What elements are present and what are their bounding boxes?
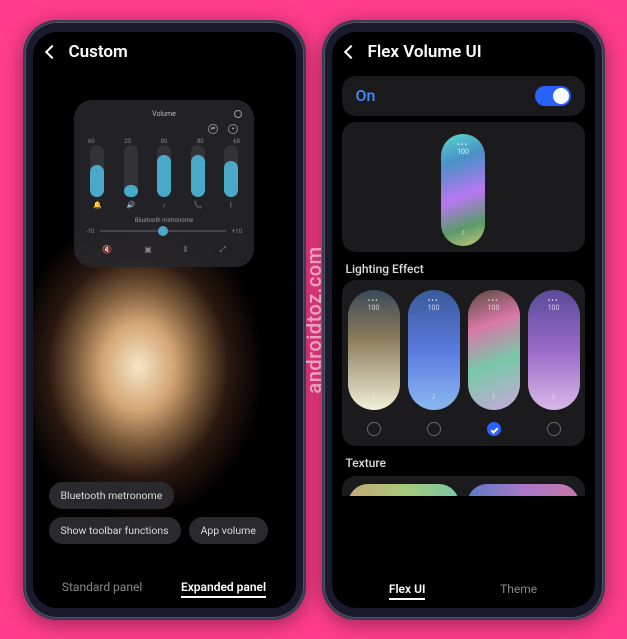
texture-option[interactable] (348, 484, 460, 496)
note-icon: ♪ (491, 391, 496, 402)
texture-row (342, 476, 585, 496)
lighting-effect-label: Lighting Effect (346, 262, 581, 276)
slider-max: +10 (232, 228, 242, 235)
effect-radio[interactable] (427, 422, 441, 436)
volume-slider[interactable] (157, 145, 171, 197)
volume-slider[interactable] (191, 145, 205, 197)
effect-option[interactable]: •••100♪ (348, 290, 400, 410)
tab-flex-ui[interactable]: Flex UI (389, 582, 426, 600)
effect-option[interactable]: •••100♪ (468, 290, 520, 410)
pill-value: 100 (457, 148, 469, 156)
expand-icon[interactable]: ⤢ (220, 245, 226, 255)
bar-value: 60 (88, 138, 95, 145)
effect-option[interactable]: •••100♪ (408, 290, 460, 410)
screen-left: Custom Volume ⇄ + 60 23 80 80 6 (33, 32, 296, 608)
speaker-icon: 🔊 (127, 201, 135, 209)
bar-value: 80 (161, 138, 168, 145)
note-icon: ♪ (461, 227, 466, 238)
volume-slider[interactable] (90, 145, 104, 197)
page-title: Custom (69, 42, 128, 62)
note-icon: ♪ (431, 391, 436, 402)
effect-radio-selected[interactable] (487, 422, 501, 436)
note-icon: ♪ (160, 201, 168, 209)
effect-radio[interactable] (547, 422, 561, 436)
drag-handle-icon: ••• (457, 142, 469, 148)
volume-pill-preview[interactable]: ••• 100 ♪ (441, 134, 485, 246)
bt-icon: ᛒ (227, 201, 235, 209)
add-icon[interactable]: + (228, 124, 238, 134)
master-toggle[interactable] (535, 86, 571, 106)
volume-panel-title: Volume (94, 110, 234, 118)
note-icon: ♪ (371, 391, 376, 402)
gear-icon[interactable] (234, 110, 242, 118)
effects-row: •••100♪ •••100♪ •••100♪ •••100♪ (342, 280, 585, 416)
chip-toolbar-functions[interactable]: Show toolbar functions (49, 517, 181, 544)
effect-radio-row (342, 416, 585, 446)
eq-icon[interactable]: ⫴ (184, 245, 187, 255)
texture-label: Texture (346, 456, 581, 470)
texture-option[interactable] (467, 484, 579, 496)
phone-icon: 📞 (194, 201, 202, 209)
preview-area: ••• 100 ♪ (342, 122, 585, 252)
on-label: On (356, 86, 376, 105)
bar-value: 23 (124, 138, 131, 145)
effect-option[interactable]: •••100♪ (528, 290, 580, 410)
phone-right: Flex Volume UI On ••• 100 ♪ Lighting Eff… (322, 20, 605, 620)
picture-icon[interactable]: ▣ (144, 245, 152, 255)
bottom-tabs: Flex UI Theme (332, 578, 595, 600)
bar-value: 68 (233, 138, 240, 145)
phone-left: Custom Volume ⇄ + 60 23 80 80 6 (23, 20, 306, 620)
screen-right: Flex Volume UI On ••• 100 ♪ Lighting Eff… (332, 32, 595, 608)
bottom-tabs: Standard panel Expanded panel (33, 576, 296, 598)
effect-radio[interactable] (367, 422, 381, 436)
back-icon[interactable] (343, 44, 357, 58)
tab-standard-panel[interactable]: Standard panel (62, 580, 142, 598)
back-icon[interactable] (44, 44, 58, 58)
volume-slider[interactable] (224, 145, 238, 197)
slider-min: -10 (86, 228, 94, 235)
tab-theme[interactable]: Theme (500, 582, 537, 600)
page-title: Flex Volume UI (368, 42, 482, 62)
bell-icon: 🔔 (93, 201, 101, 209)
volume-slider[interactable] (124, 145, 138, 197)
tab-expanded-panel[interactable]: Expanded panel (181, 580, 266, 598)
mute-icon[interactable]: 🔇 (102, 245, 112, 255)
note-icon: ♪ (551, 391, 556, 402)
header-right: Flex Volume UI (332, 32, 595, 72)
master-toggle-row: On (342, 76, 585, 116)
bar-value: 80 (197, 138, 204, 145)
chip-bt-metronome[interactable]: Bluetooth metronome (49, 482, 175, 509)
volume-panel: Volume ⇄ + 60 23 80 80 68 🔔 🔊 ♪ (74, 100, 254, 267)
bt-metronome-label: Bluetooth metronome (86, 217, 242, 224)
pair-icon[interactable]: ⇄ (208, 124, 218, 134)
chip-app-volume[interactable]: App volume (189, 517, 268, 544)
header-left: Custom (33, 32, 296, 72)
volume-bars: 🔔 🔊 ♪ 📞 ᛒ (86, 147, 242, 209)
chips-row: Bluetooth metronome Show toolbar functio… (33, 482, 296, 544)
balance-slider[interactable]: -10 +10 (86, 228, 242, 235)
